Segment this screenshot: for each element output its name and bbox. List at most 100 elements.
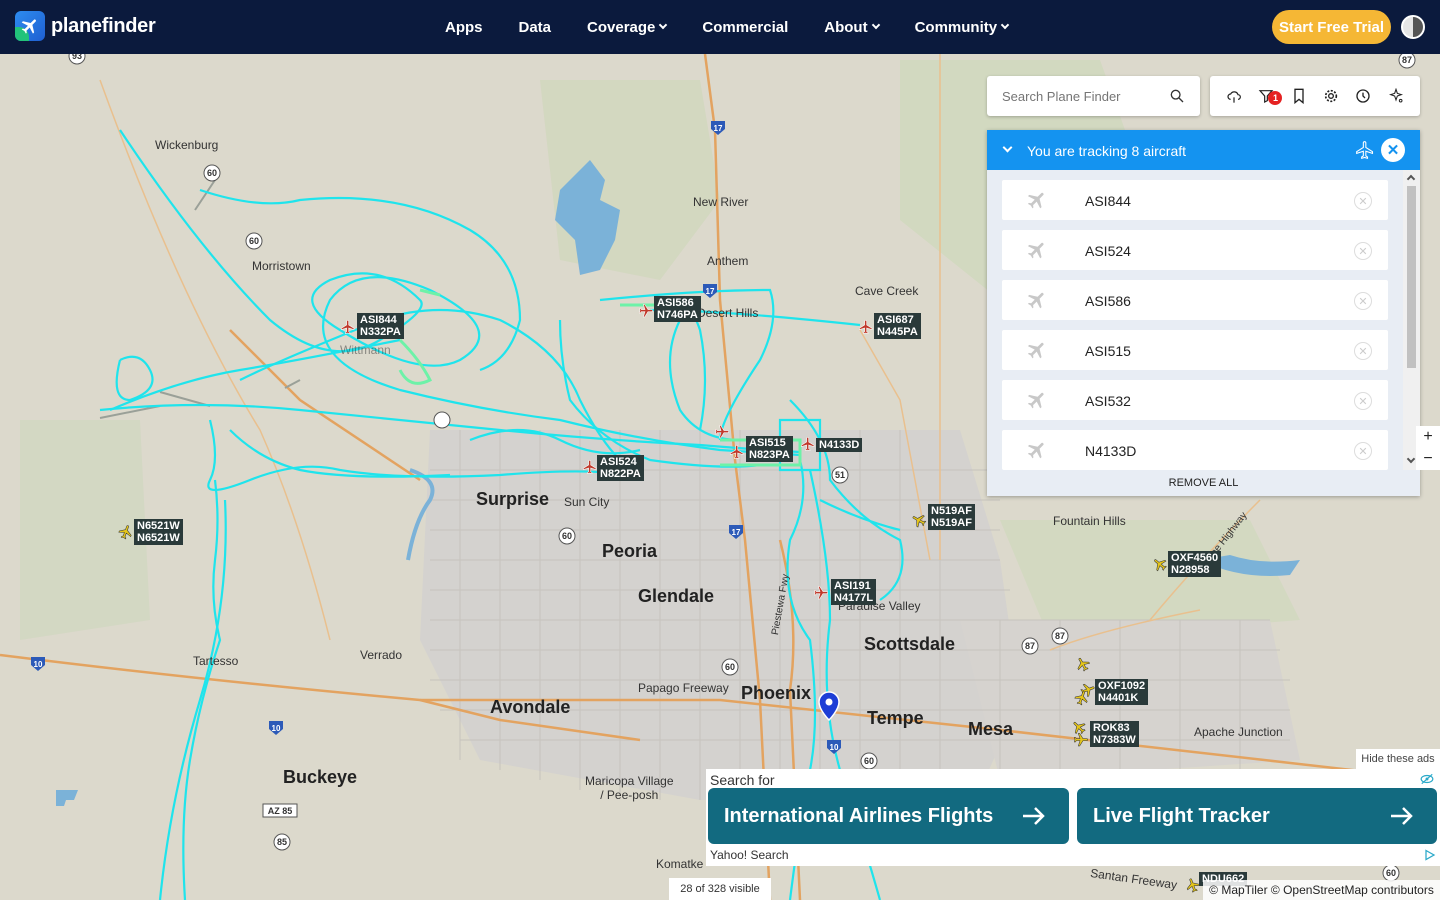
zoom-in-button[interactable]: + (1423, 428, 1432, 446)
callsign: ROK83 (1093, 722, 1130, 734)
planefinder-logo[interactable]: planefinder (15, 11, 156, 41)
tracked-callsign: ASI515 (1085, 343, 1131, 359)
map-attribution[interactable]: © MapTiler © OpenStreetMap contributors (1203, 880, 1440, 900)
aircraft-label[interactable]: N519AF N519AF (928, 504, 975, 530)
scroll-thumb[interactable] (1407, 186, 1416, 368)
remove-aircraft-button[interactable]: ✕ (1354, 442, 1372, 460)
registration: N7383W (1093, 734, 1136, 746)
plane-outline-icon[interactable] (1355, 140, 1375, 160)
aircraft-yellow-icon[interactable] (1073, 732, 1089, 748)
plane-icon (1027, 192, 1044, 209)
nav-about[interactable]: About (824, 18, 880, 36)
user-avatar[interactable] (1401, 15, 1425, 39)
tracked-aircraft-row[interactable]: ASI515 ✕ (1002, 330, 1388, 370)
ad-eye-icon[interactable] (1420, 773, 1434, 785)
start-free-trial-button[interactable]: Start Free Trial (1272, 10, 1391, 44)
nav-apps[interactable]: Apps (445, 19, 483, 36)
nav-community[interactable]: Community (914, 18, 1010, 36)
history-icon (1356, 89, 1371, 103)
remove-aircraft-button[interactable]: ✕ (1354, 392, 1372, 410)
close-tracking-button[interactable]: ✕ (1381, 138, 1405, 162)
ad-search-for: Search for (710, 772, 775, 788)
place-label: Papago Freeway (638, 681, 729, 695)
ad-international-flights-button[interactable]: International Airlines Flights (708, 788, 1069, 844)
scroll-down-icon[interactable] (1406, 454, 1416, 464)
aircraft-red-icon[interactable] (714, 424, 730, 440)
remove-aircraft-button[interactable]: ✕ (1354, 192, 1372, 210)
search-icon[interactable] (1169, 88, 1185, 104)
svg-text:17: 17 (706, 287, 715, 296)
nav-label: Community (914, 18, 998, 36)
aircraft-label[interactable]: ASI515 N823PA (746, 436, 793, 462)
place-label: Tartesso (193, 654, 239, 668)
nav-coverage[interactable]: Coverage (587, 18, 668, 36)
aircraft-red-icon[interactable] (800, 436, 816, 452)
filter-button[interactable]: 1 (1257, 87, 1283, 105)
plane-icon (1027, 342, 1044, 359)
aircraft-red-icon[interactable] (638, 303, 654, 319)
aircraft-label[interactable]: OXF4560 N28958 (1168, 551, 1222, 577)
hide-ads-link[interactable]: Hide these ads (1356, 749, 1440, 769)
nav-commercial[interactable]: Commercial (702, 19, 788, 36)
settings-button[interactable] (1322, 87, 1340, 105)
registration: N823PA (749, 449, 790, 461)
remove-aircraft-button[interactable]: ✕ (1354, 342, 1372, 360)
place-label: Desert Hills (697, 306, 759, 320)
tracking-scrollbar[interactable] (1403, 170, 1420, 470)
remove-aircraft-button[interactable]: ✕ (1354, 242, 1372, 260)
svg-text:60: 60 (249, 236, 259, 246)
chevron-down-icon (871, 20, 880, 30)
zoom-out-button[interactable]: − (1423, 450, 1432, 468)
aircraft-label[interactable]: ASI687 N445PA (874, 313, 921, 339)
aircraft-red-icon[interactable] (729, 444, 745, 460)
registration: N4401K (1098, 692, 1139, 704)
place-label: Scottsdale (864, 634, 956, 654)
remove-all-button[interactable]: REMOVE ALL (987, 470, 1420, 496)
callsign: ASI524 (600, 456, 637, 468)
aircraft-red-icon[interactable] (858, 319, 874, 335)
aircraft-red-icon[interactable] (582, 459, 598, 475)
aircraft-label[interactable]: ASI844 N332PA (357, 313, 404, 339)
aircraft-label[interactable]: ROK83 N7383W (1090, 721, 1139, 747)
search-input[interactable] (1002, 88, 1167, 104)
place-label: Avondale (490, 697, 571, 717)
svg-text:10: 10 (34, 660, 43, 669)
arrow-right-icon (1023, 807, 1045, 825)
collapse-chevron-icon[interactable] (1002, 142, 1013, 153)
features-button[interactable] (1387, 87, 1405, 105)
registration: N332PA (360, 326, 401, 338)
registration: N6521W (137, 532, 180, 544)
nav-label: Coverage (587, 18, 656, 36)
nav-label: About (824, 18, 868, 36)
place-label: Komatke (656, 857, 704, 871)
weather-button[interactable] (1225, 87, 1243, 105)
tracked-aircraft-row[interactable]: ASI844 ✕ (1002, 180, 1388, 220)
aircraft-label[interactable]: OXF1092 N4401K (1095, 679, 1149, 705)
svg-text:10: 10 (272, 724, 281, 733)
svg-text:60: 60 (864, 756, 874, 766)
bookmarks-button[interactable] (1290, 87, 1308, 105)
nav-label: Data (518, 18, 552, 36)
tracked-aircraft-row[interactable]: ASI586 ✕ (1002, 280, 1388, 320)
tracked-aircraft-row[interactable]: N4133D ✕ (1002, 430, 1388, 470)
tracked-aircraft-row[interactable]: ASI524 ✕ (1002, 230, 1388, 270)
aircraft-red-icon[interactable] (813, 585, 829, 601)
ad-live-flight-tracker-button[interactable]: Live Flight Tracker (1077, 788, 1437, 844)
tracked-aircraft-row[interactable]: ASI532 ✕ (1002, 380, 1388, 420)
history-button[interactable] (1354, 87, 1372, 105)
chevron-down-icon (1000, 20, 1010, 30)
scroll-up-icon[interactable] (1406, 174, 1416, 184)
aircraft-label[interactable]: ASI586 N746PA (654, 296, 701, 322)
svg-text:60: 60 (1386, 868, 1396, 878)
aircraft-label[interactable]: ASI524 N822PA (597, 455, 644, 481)
aircraft-label[interactable]: N6521W N6521W (134, 519, 183, 545)
aircraft-label[interactable]: ASI191 N4177L (831, 579, 877, 605)
tracked-callsign: N4133D (1085, 443, 1137, 459)
remove-aircraft-button[interactable]: ✕ (1354, 292, 1372, 310)
aircraft-label[interactable]: N4133D (816, 438, 863, 452)
aircraft-red-icon[interactable] (340, 319, 356, 335)
nav-data[interactable]: Data (519, 19, 552, 36)
callsign: ASI687 (877, 314, 914, 326)
adchoices-icon[interactable] (1424, 849, 1436, 861)
registration: N445PA (877, 326, 918, 338)
